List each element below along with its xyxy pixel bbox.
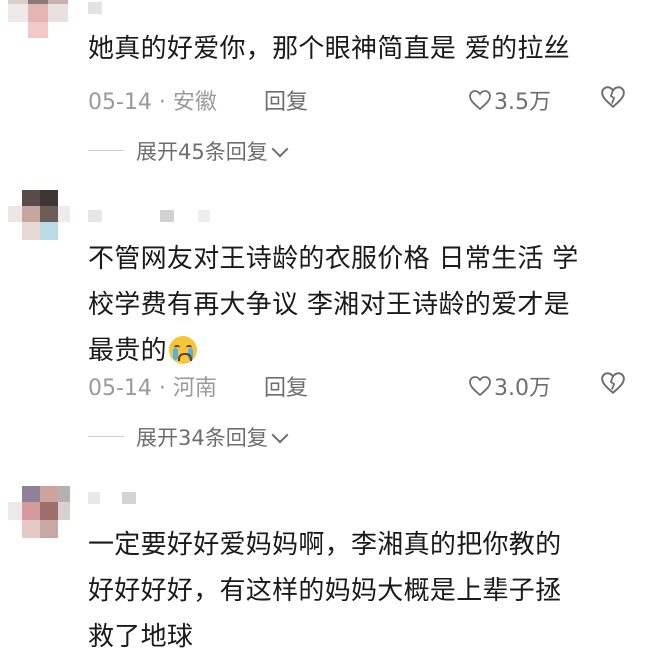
avatar[interactable] [8,190,70,246]
reply-button[interactable]: 回复 [264,84,308,116]
comment-meta: 05-14 · 安徽 回复 3.5万 [88,82,633,116]
comment-text-content: 不管网友对王诗龄的衣服价格 日常生活 学 校学费有再大争议 李湘对王诗龄的爱才是… [88,244,579,366]
heart-outline-icon [469,376,491,397]
broken-heart-outline-icon[interactable] [600,84,626,110]
avatar[interactable] [8,0,68,42]
reply-button[interactable]: 回复 [264,370,308,402]
crying-face-icon [168,336,197,364]
username[interactable] [88,492,148,504]
comment-text: 她真的好爱你，那个眼神简直是 爱的拉丝 [88,34,570,64]
divider [88,150,124,151]
like-count: 3.0万 [494,376,551,401]
heart-outline-icon [469,90,491,111]
like-count: 3.5万 [494,90,551,115]
expand-replies-label: 展开45条回复 [136,140,268,164]
broken-heart-outline-icon[interactable] [600,370,626,396]
avatar[interactable] [8,486,70,542]
comment-text: 不管网友对王诗龄的衣服价格 日常生活 学 校学费有再大争议 李湘对王诗龄的爱才是… [88,236,633,374]
like-button[interactable]: 3.0万 [468,370,551,402]
expand-replies-label: 展开34条回复 [136,426,268,450]
comment-date-location: 05-14 · 河南 [88,376,217,401]
chevron-down-icon [271,426,289,444]
comment-meta: 05-14 · 河南 回复 3.0万 [88,368,633,402]
divider [88,436,124,437]
chevron-down-icon [271,140,289,158]
username[interactable] [88,2,188,14]
like-button[interactable]: 3.5万 [468,84,551,116]
comment-date-location: 05-14 · 安徽 [88,90,217,115]
comment-text: 一定要好好爱妈妈啊，李湘真的把你教的 好好好好，有这样的妈妈大概是上辈子拯 救了… [88,530,562,652]
username[interactable] [88,210,228,222]
